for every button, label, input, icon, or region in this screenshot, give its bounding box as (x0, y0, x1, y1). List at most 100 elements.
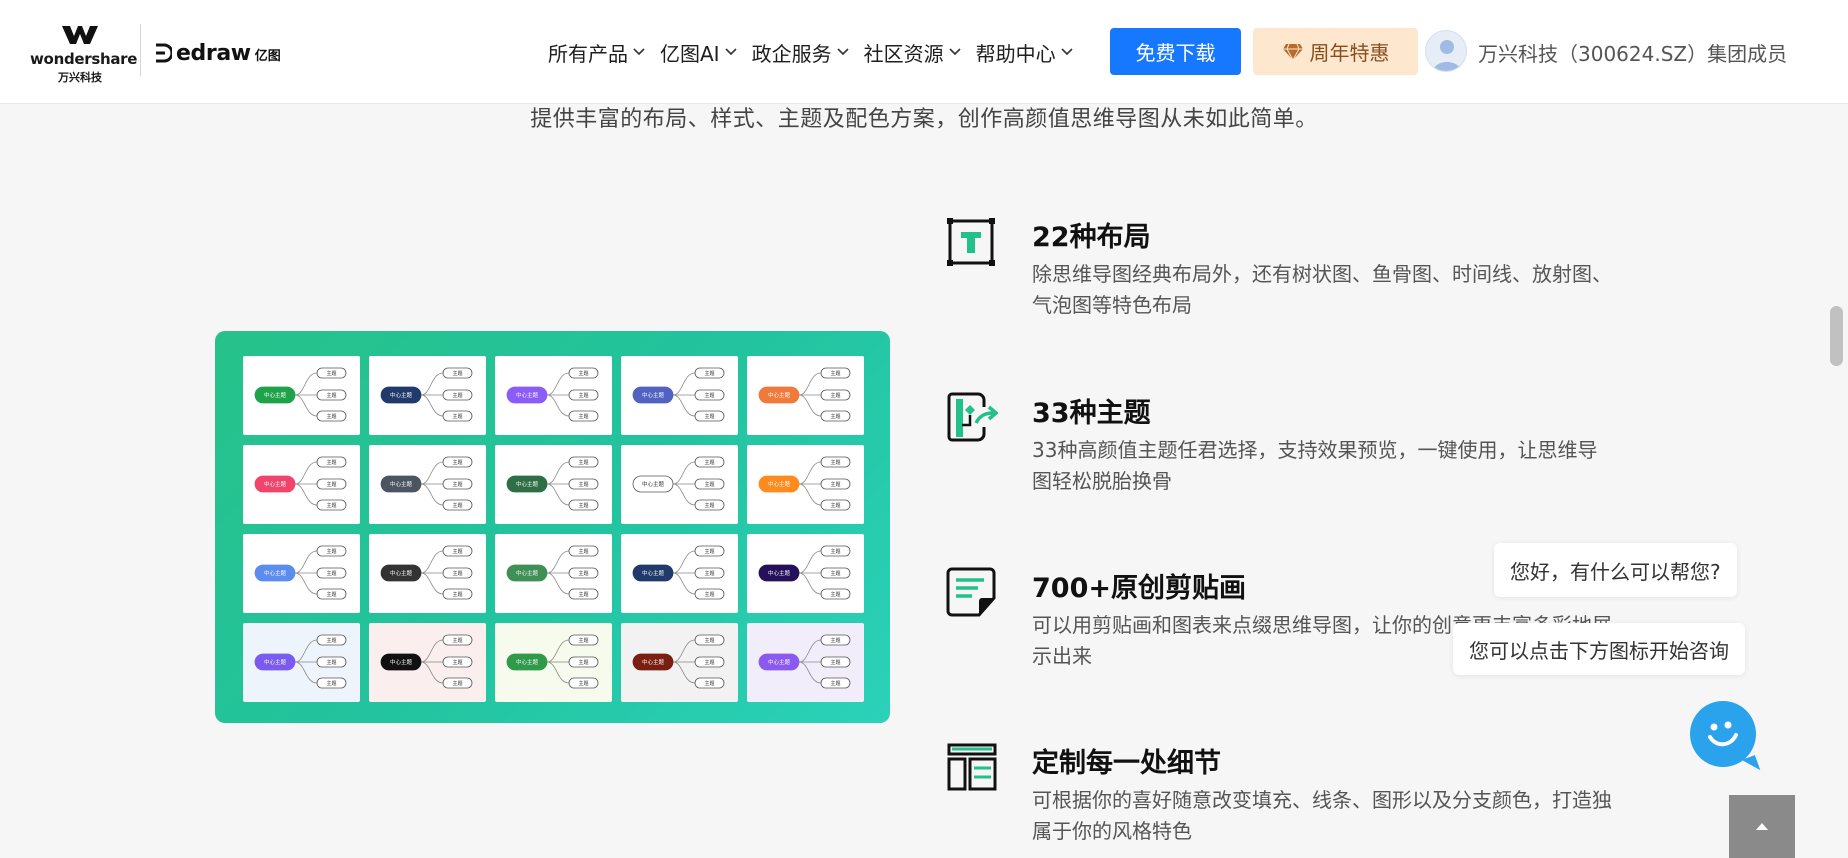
feature-description: 可根据你的喜好随意改变填充、线条、图形以及分支颜色，打造独属于你的风格特色 (1032, 788, 1612, 843)
mindmap-preview: 主题主题主题中心主题 (758, 545, 851, 600)
mindmap-preview: 主题主题主题中心主题 (632, 367, 725, 422)
theme-thumbnail[interactable]: 主题 主题 主题 中心主题 (621, 623, 738, 702)
theme-thumbnail[interactable]: 主题 主题 主题 中心主题 (369, 445, 486, 524)
theme-thumbnail[interactable]: 主题 主题 主题 中心主题 (621, 445, 738, 524)
branch-label: 主题 (830, 680, 840, 687)
theme-thumbnail[interactable]: 主题 主题 主题 中心主题 (243, 445, 360, 524)
theme-thumbnail[interactable]: 主题 主题 主题 中心主题 (747, 356, 864, 435)
branch-label: 主题 (704, 370, 714, 377)
feature-title: 定制每一处细节 (1032, 748, 1221, 779)
chat-hint-bubble[interactable]: 您可以点击下方图标开始咨询 (1453, 623, 1745, 675)
wondershare-cn-name: 万兴科技 (58, 71, 102, 84)
branch-label: 主题 (452, 659, 462, 666)
logo-divider (140, 24, 141, 76)
wondershare-mark-icon (62, 26, 98, 44)
free-download-button[interactable]: 免费下载 (1110, 28, 1241, 75)
nav-item-label: 亿图AI (660, 41, 720, 66)
chevron-down-icon (633, 48, 645, 56)
mindmap-preview: 主题主题主题中心主题 (380, 545, 473, 600)
theme-thumbnail[interactable]: 主题 主题 主题 中心主题 (495, 356, 612, 435)
nav-enterprise[interactable]: 政企服务 (752, 38, 850, 67)
branch-label: 主题 (704, 392, 714, 399)
branch-label: 主题 (452, 481, 462, 488)
nav-community[interactable]: 社区资源 (864, 38, 962, 67)
theme-thumbnail[interactable]: 主题 主题 主题 中心主题 (369, 356, 486, 435)
theme-thumbnail[interactable]: 主题 主题 主题 中心主题 (495, 534, 612, 613)
mindmap-preview: 主题主题主题中心主题 (380, 634, 473, 689)
edraw-cn-name: 亿图 (254, 49, 281, 64)
mindmap-preview: 主题主题主题中心主题 (254, 634, 347, 689)
theme-thumbnail[interactable]: 主题 主题 主题 中心主题 (243, 623, 360, 702)
branch-label: 主题 (452, 413, 462, 420)
central-topic-label: 中心主题 (642, 391, 665, 399)
central-topic-label: 中心主题 (768, 480, 791, 488)
back-to-top-button[interactable] (1729, 795, 1795, 858)
theme-thumbnail[interactable]: 主题 主题 主题 中心主题 (243, 534, 360, 613)
central-topic-label: 中心主题 (390, 480, 413, 488)
branch-label: 主题 (452, 459, 462, 466)
edraw-mark-icon (156, 43, 172, 63)
branch-label: 主题 (704, 591, 714, 598)
theme-thumbnail[interactable]: 主题 主题 主题 中心主题 (621, 356, 738, 435)
central-topic-label: 中心主题 (642, 658, 665, 666)
branch-label: 主题 (578, 413, 588, 420)
branch-label: 主题 (452, 680, 462, 687)
branch-label: 主题 (326, 459, 336, 466)
nav-edraw-ai[interactable]: 亿图AI (660, 38, 738, 67)
branch-label: 主题 (326, 637, 336, 644)
branch-label: 主题 (830, 392, 840, 399)
nav-item-label: 社区资源 (863, 41, 944, 66)
branch-label: 主题 (830, 481, 840, 488)
branch-label: 主题 (830, 502, 840, 509)
theme-thumbnail[interactable]: 主题 主题 主题 中心主题 (747, 445, 864, 524)
chat-greeting-bubble[interactable]: 您好，有什么可以帮您? (1494, 543, 1737, 597)
branch-label: 主题 (578, 637, 588, 644)
branch-label: 主题 (830, 370, 840, 377)
theme-thumbnail[interactable]: 主题 主题 主题 中心主题 (369, 623, 486, 702)
site-header: wondershare 万兴科技 edraw 亿图 所有产品 亿图AI 政企服务… (0, 0, 1848, 104)
theme-thumbnail[interactable]: 主题 主题 主题 中心主题 (243, 356, 360, 435)
theme-share-icon (947, 392, 998, 442)
branch-label: 主题 (578, 548, 588, 555)
wondershare-logo[interactable]: wondershare 万兴科技 (30, 22, 137, 84)
branch-label: 主题 (326, 548, 336, 555)
branch-label: 主题 (452, 591, 462, 598)
main-nav: 所有产品 亿图AI 政企服务 社区资源 帮助中心 (548, 36, 1088, 68)
theme-thumbnail[interactable]: 主题 主题 主题 中心主题 (621, 534, 738, 613)
feature-description: 33种高颜值主题任君选择，支持效果预览，一键使用，让思维导图轻松脱胎换骨 (1032, 438, 1598, 493)
branch-label: 主题 (578, 659, 588, 666)
user-avatar[interactable] (1425, 30, 1467, 72)
mindmap-preview: 主题主题主题中心主题 (506, 545, 599, 600)
theme-thumbnail[interactable]: 主题 主题 主题 中心主题 (495, 445, 612, 524)
theme-thumbnail[interactable]: 主题 主题 主题 中心主题 (747, 623, 864, 702)
branch-label: 主题 (830, 459, 840, 466)
branch-label: 主题 (578, 459, 588, 466)
clipart-note-icon (946, 567, 996, 617)
edraw-logo[interactable]: edraw 亿图 (154, 40, 281, 66)
central-topic-label: 中心主题 (516, 480, 539, 488)
mindmap-preview: 主题主题主题中心主题 (380, 367, 473, 422)
nav-item-label: 政企服务 (751, 41, 832, 66)
central-topic-label: 中心主题 (264, 391, 287, 399)
theme-thumbnail[interactable]: 主题 主题 主题 中心主题 (369, 534, 486, 613)
company-affiliation: 万兴科技（300624.SZ）集团成员 (1478, 42, 1788, 66)
edraw-wordmark: edraw (176, 40, 251, 66)
page-scrollbar-thumb[interactable] (1830, 306, 1843, 366)
branch-label: 主题 (578, 680, 588, 687)
theme-thumbnail[interactable]: 主题 主题 主题 中心主题 (747, 534, 864, 613)
theme-thumbnail[interactable]: 主题 主题 主题 中心主题 (495, 623, 612, 702)
branch-label: 主题 (452, 370, 462, 377)
branch-label: 主题 (578, 502, 588, 509)
mindmap-preview: 主题主题主题中心主题 (506, 367, 599, 422)
nav-item-label: 帮助中心 (975, 41, 1056, 66)
branch-label: 主题 (830, 413, 840, 420)
chat-launcher-button[interactable] (1690, 701, 1761, 775)
nav-help-center[interactable]: 帮助中心 (976, 38, 1074, 67)
mindmap-preview: 主题主题主题中心主题 (380, 456, 473, 511)
branch-label: 主题 (830, 659, 840, 666)
nav-all-products[interactable]: 所有产品 (548, 38, 646, 67)
branch-label: 主题 (326, 680, 336, 687)
branch-label: 主题 (452, 502, 462, 509)
anniversary-promo-button[interactable]: 周年特惠 (1253, 28, 1418, 75)
branch-label: 主题 (326, 370, 336, 377)
